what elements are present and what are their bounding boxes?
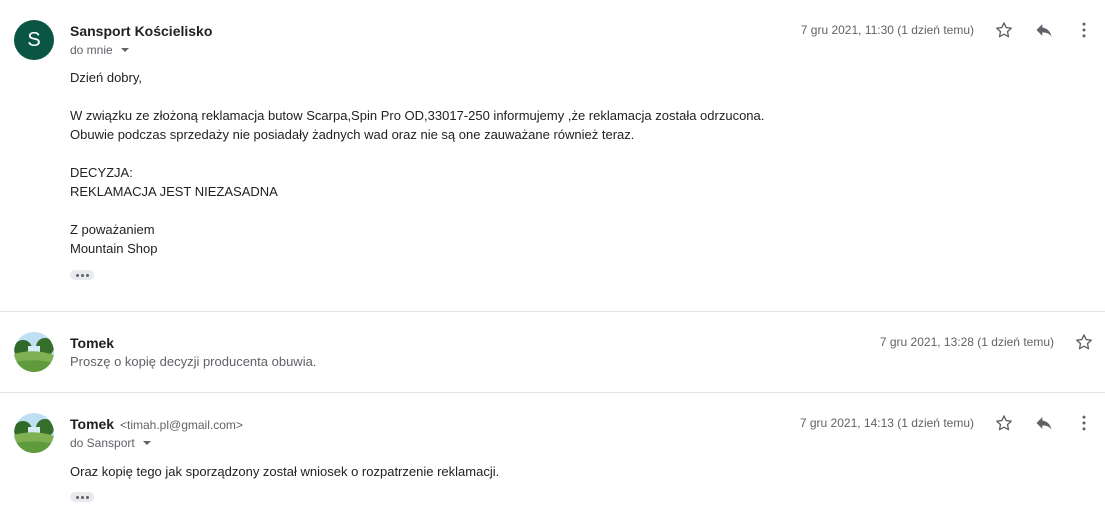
- message-3: Tomek <timah.pl@gmail.com> do Sansport 7…: [0, 392, 1105, 523]
- star-button[interactable]: [992, 18, 1016, 42]
- show-trimmed-content-button[interactable]: [70, 492, 94, 502]
- message-body-line: Dzień dobry,: [70, 70, 143, 85]
- message-1: S Sansport Kościelisko do mnie 7 gru 202…: [0, 0, 1105, 311]
- message-date: 7 gru 2021, 13:28 (1 dzień temu): [879, 335, 1054, 349]
- sender-header[interactable]: Tomek <timah.pl@gmail.com>: [70, 416, 243, 432]
- avatar-letter: S: [27, 28, 41, 51]
- sender-name: Tomek: [70, 416, 115, 432]
- message-2-collapsed[interactable]: Tomek Proszę o kopię decyzji producenta …: [0, 311, 1105, 392]
- message-body-line: DECYZJA:: [70, 165, 133, 180]
- message-date: 7 gru 2021, 11:30 (1 dzień temu): [800, 23, 974, 37]
- recipients-label: do mnie: [70, 43, 113, 57]
- recipients-toggle[interactable]: do mnie: [70, 43, 129, 57]
- star-icon: [996, 415, 1012, 431]
- show-trimmed-content-button[interactable]: [70, 270, 94, 280]
- more-options-button[interactable]: [1072, 18, 1096, 42]
- message-body-line: Z poważaniem: [70, 222, 155, 237]
- star-icon: [1076, 334, 1092, 350]
- sender-avatar[interactable]: S: [14, 20, 54, 60]
- star-button[interactable]: [1072, 330, 1096, 354]
- reply-icon: [1036, 24, 1052, 37]
- sender-email: <timah.pl@gmail.com>: [119, 418, 243, 432]
- caret-down-icon: [120, 48, 129, 52]
- sender-avatar[interactable]: [14, 413, 54, 453]
- recipients-toggle[interactable]: do Sansport: [70, 436, 151, 450]
- sender-name[interactable]: Tomek: [70, 335, 114, 351]
- reply-button[interactable]: [1032, 18, 1056, 42]
- message-date: 7 gru 2021, 14:13 (1 dzień temu): [799, 416, 974, 430]
- more-vert-icon: [1082, 22, 1086, 38]
- landscape-avatar-image: [14, 413, 54, 453]
- more-vert-icon: [1082, 415, 1086, 431]
- sender-name[interactable]: Sansport Kościelisko: [70, 23, 212, 39]
- message-body-line: REKLAMACJA JEST NIEZASADNA: [70, 184, 278, 199]
- landscape-avatar-image: [14, 332, 54, 372]
- sender-avatar[interactable]: [14, 332, 54, 372]
- message-body-line: Mountain Shop: [70, 241, 158, 256]
- message-body-line: Obuwie podczas sprzedaży nie posiadały ż…: [70, 127, 635, 142]
- message-body-line: W związku ze złożoną reklamacja butow Sc…: [70, 108, 765, 123]
- caret-down-icon: [142, 441, 151, 445]
- show-trimmed-content-icon: [75, 495, 79, 499]
- show-trimmed-content-icon: [75, 273, 79, 277]
- recipients-label: do Sansport: [70, 436, 135, 450]
- reply-icon: [1036, 417, 1052, 430]
- star-button[interactable]: [992, 411, 1016, 435]
- star-icon: [996, 22, 1012, 38]
- more-options-button[interactable]: [1072, 411, 1096, 435]
- reply-button[interactable]: [1032, 411, 1056, 435]
- message-body-line: Oraz kopię tego jak sporządzony został w…: [70, 464, 500, 479]
- message-snippet: Proszę o kopię decyzji producenta obuwia…: [70, 354, 317, 369]
